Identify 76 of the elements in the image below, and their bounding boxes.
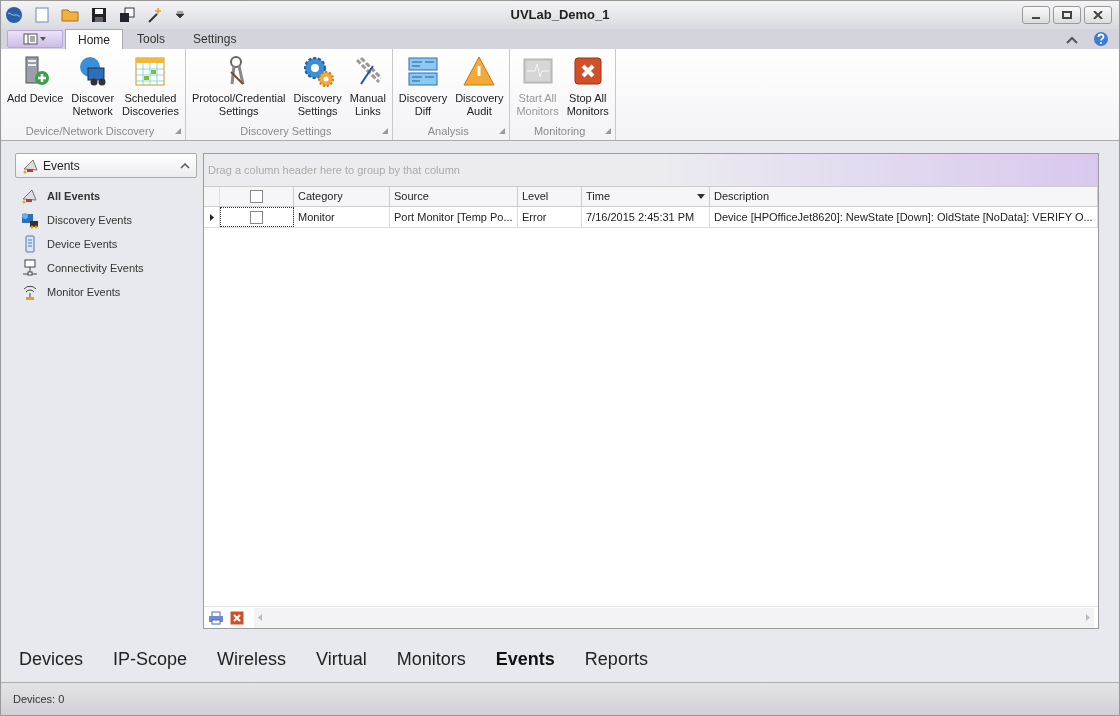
group-launcher-icon[interactable] [604,128,611,134]
maximize-button[interactable] [1053,6,1081,24]
status-text: Devices: 0 [13,691,65,707]
close-button[interactable] [1084,6,1112,24]
ribbon-group-label: Monitoring [532,123,587,139]
column-header[interactable]: Level [518,187,582,206]
help-icon[interactable] [1093,31,1109,47]
ribbon-tab[interactable]: Tools [123,29,180,49]
window-title: UVLab_Demo_1 [509,6,611,25]
antenna-icon [21,283,39,301]
dropdown-caret-icon[interactable] [175,11,185,19]
chevron-up-icon [180,162,190,169]
sidebar-item[interactable]: All Events [15,186,197,206]
ribbon-button[interactable]: Stop All Monitors [563,54,612,122]
connectivity-icon [21,259,39,277]
navigation-tab[interactable]: Reports [578,646,654,673]
folder-icon[interactable] [61,8,79,22]
minimize-button[interactable] [1022,6,1050,24]
table-cell: Device [HPOfficeJet8620]: NewState [Down]: OldState [NoData]: VERIFY O... [710,207,1098,227]
network-computer-icon [21,211,39,229]
navigation-tab[interactable]: IP-Scope [107,646,194,673]
ribbon-button[interactable]: Manual Links [346,54,389,122]
group-launcher-icon[interactable] [381,128,388,134]
sidebar-item[interactable]: Device Events [15,234,197,254]
panel-layout-icon [23,33,47,45]
column-header[interactable]: Time [582,187,710,206]
navigation-tab[interactable]: Monitors [390,646,472,673]
table-cell: 7/16/2015 2:45:31 PM [582,207,710,227]
ribbon-button[interactable]: Discovery Diff [395,54,451,122]
sidebar-item[interactable]: Connectivity Events [15,258,197,278]
table-cell: Monitor [294,207,390,227]
ribbon-group-label: Device/Network Discovery [24,123,156,139]
save-icon[interactable] [91,7,107,23]
wand-icon[interactable] [147,7,163,23]
globe-icon[interactable] [5,6,23,24]
table-cell: Port Monitor [Temp Po... [390,207,518,227]
table-cell: Error [518,207,582,227]
diff-blocks-icon [406,54,440,88]
checkbox[interactable] [250,210,263,224]
megaphone-icon [21,187,39,205]
app-menu-button[interactable] [7,30,63,48]
group-launcher-icon[interactable] [174,128,181,134]
print-icon[interactable] [208,610,224,625]
ribbon-button[interactable]: Scheduled Discoveries [119,54,182,122]
navigation-tab[interactable]: Devices [13,646,90,673]
column-header[interactable]: Description [710,187,1098,206]
sidebar-item[interactable]: Monitor Events [15,282,197,302]
navigation-tab[interactable]: Virtual [310,646,373,673]
sidebar-item[interactable]: Discovery Events [15,210,197,230]
navigation-tab[interactable]: Wireless [211,646,293,673]
ribbon-group-label: Discovery Settings [239,123,333,139]
ribbon-button[interactable]: Discover Network [68,54,118,122]
navigation-tab[interactable]: Events [489,646,561,673]
collapse-ribbon-icon[interactable] [1065,35,1079,45]
calendar-icon [133,54,168,88]
close-icon [1093,11,1103,19]
events-dropdown[interactable]: Events [15,153,197,178]
ribbon-button[interactable]: Discovery Settings [290,54,345,122]
row-indicator-icon [209,213,214,221]
column-header[interactable]: Source [390,187,518,206]
maximize-icon [1062,11,1072,19]
ribbon-tab[interactable]: Home [65,29,123,49]
sort-caret-icon [697,194,705,199]
delete-icon[interactable] [230,610,244,625]
column-header[interactable]: Category [294,187,390,206]
ribbon-button[interactable]: Protocol/Credential Settings [188,54,289,122]
ribbon-tab[interactable]: Settings [179,29,251,49]
warning-icon [462,54,497,88]
ribbon-button[interactable]: Discovery Audit [452,54,507,122]
save-all-icon[interactable] [119,7,135,23]
group-panel-hint: Drag a column header here to group by that column [208,162,460,178]
table-row[interactable]: Monitor Port Monitor [Temp Po... Error 7/16/2015 2:45:31 PM Device [HPOfficeJet8620]: NewState [Down]: OldState [NoData]: VERIFY O... [204,207,1098,228]
ribbon-group-label: Analysis [426,123,470,139]
checkbox[interactable] [250,190,263,203]
ribbon-button[interactable]: Add Device [4,54,67,122]
group-launcher-icon[interactable] [499,128,506,134]
